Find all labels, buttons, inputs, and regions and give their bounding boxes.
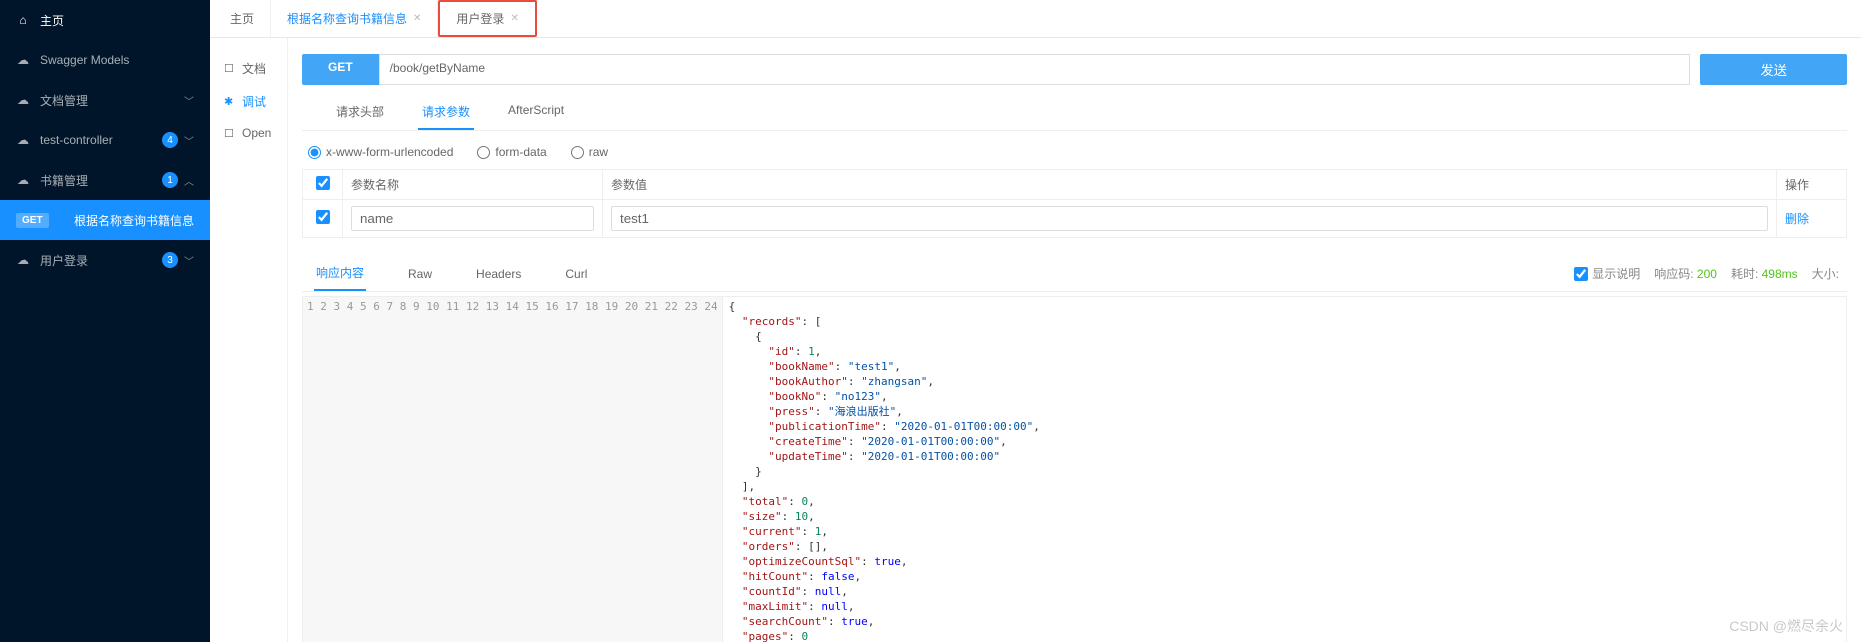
tab-label: 根据名称查询书籍信息 [287,10,407,27]
size-label: 大小: [1812,265,1839,282]
tab-resp-content[interactable]: 响应内容 [314,256,366,291]
sidebar-book-label: 书籍管理 [40,172,88,189]
sidebar-test-label: test-controller [40,133,113,147]
method-badge: GET [16,213,49,228]
response-tabs: 响应内容 Raw Headers Curl 显示说明 响应码: 200 耗时: … [302,256,1847,292]
tab-resp-headers[interactable]: Headers [474,259,523,289]
badge-count: 4 [162,132,178,148]
badge-count: 3 [162,252,178,268]
tab-resp-raw[interactable]: Raw [406,259,434,289]
col-op: 操作 [1777,170,1847,200]
tab-getbyname[interactable]: 根据名称查询书籍信息 ✕ [271,0,438,37]
home-icon: ⌂ [16,13,30,27]
cloud-icon: ☁ [16,133,30,147]
rail-debug[interactable]: ✱ 调试 [210,85,287,118]
sidebar-user-label: 用户登录 [40,252,88,269]
sidebar-swagger-label: Swagger Models [40,53,129,67]
tab-userlogin[interactable]: 用户登录 ✕ [438,0,536,37]
show-desc-checkbox[interactable]: 显示说明 [1574,265,1640,282]
tab-label: 用户登录 [456,10,504,27]
col-name: 参数名称 [343,170,603,200]
response-body: 1 2 3 4 5 6 7 8 9 10 11 12 13 14 15 16 1… [302,296,1847,642]
radio-raw[interactable]: raw [571,145,608,159]
tab-req-headers[interactable]: 请求头部 [332,95,388,130]
sidebar-docs[interactable]: ☁ 文档管理 ﹀ [0,80,210,120]
status-code: 200 [1697,267,1717,281]
table-header: 参数名称 参数值 操作 [303,170,1847,200]
left-rail: ☐ 文档 ✱ 调试 ☐ Open [210,38,288,642]
cloud-icon: ☁ [16,253,30,267]
tab-req-params[interactable]: 请求参数 [418,95,474,130]
sidebar-book-mgmt[interactable]: ☁ 书籍管理 1 ︿ [0,160,210,200]
line-gutter: 1 2 3 4 5 6 7 8 9 10 11 12 13 14 15 16 1… [303,297,723,642]
chevron-down-icon: ﹀ [184,253,194,268]
request-bar: GET /book/getByName 发送 [302,54,1847,85]
body-type-radios: x-www-form-urlencoded form-data raw [302,139,1847,169]
sidebar-swagger[interactable]: ☁ Swagger Models [0,40,210,80]
rail-open[interactable]: ☐ Open [210,118,287,148]
response-info: 显示说明 响应码: 200 耗时: 498ms 大小: [1574,265,1847,282]
tab-home[interactable]: 主页 [214,0,271,37]
radio-formdata[interactable]: form-data [477,145,546,159]
badge-count: 1 [162,172,178,188]
param-name-input[interactable] [351,206,594,231]
cloud-icon: ☁ [16,173,30,187]
col-value: 参数值 [603,170,1777,200]
sidebar-home[interactable]: ⌂ 主页 [0,0,210,40]
delete-link[interactable]: 删除 [1785,212,1809,226]
time-label: 耗时: [1731,267,1758,281]
http-method: GET [302,54,379,85]
json-viewer[interactable]: { "records": [ { "id": 1, "bookName": "t… [723,297,1846,642]
rail-label: Open [242,126,271,140]
table-row: 删除 [303,200,1847,238]
rail-doc[interactable]: ☐ 文档 [210,52,287,85]
sidebar: ⌂ 主页 ☁ Swagger Models ☁ 文档管理 ﹀ ☁ test-contro… [0,0,210,642]
open-icon: ☐ [224,127,236,140]
elapsed-time: 498ms [1762,267,1798,281]
sidebar-home-label: 主页 [40,12,64,29]
bug-icon: ✱ [224,95,236,108]
sidebar-sub-getbyname[interactable]: GET 根据名称查询书籍信息 [0,200,210,240]
doc-icon: ☁ [16,93,30,107]
sidebar-user-login[interactable]: ☁ 用户登录 3 ﹀ [0,240,210,280]
sidebar-test-controller[interactable]: ☁ test-controller 4 ﹀ [0,120,210,160]
tab-label: 主页 [230,10,254,27]
url-input[interactable]: /book/getByName [379,54,1691,85]
file-icon: ☐ [224,62,236,75]
code-label: 响应码: [1654,267,1693,281]
radio-xform[interactable]: x-www-form-urlencoded [308,145,453,159]
row-checkbox[interactable] [316,210,330,224]
rail-label: 调试 [242,93,266,110]
params-table: 参数名称 参数值 操作 删除 [302,169,1847,238]
tab-resp-curl[interactable]: Curl [563,259,589,289]
close-icon[interactable]: ✕ [413,13,421,24]
sidebar-sub-label: 根据名称查询书籍信息 [74,212,194,229]
page-tabs: 主页 根据名称查询书籍信息 ✕ 用户登录 ✕ [210,0,1861,38]
sidebar-docs-label: 文档管理 [40,92,88,109]
cloud-icon: ☁ [16,53,30,67]
main-panel: GET /book/getByName 发送 请求头部 请求参数 AfterSc… [288,38,1861,642]
close-icon[interactable]: ✕ [510,13,518,24]
select-all-checkbox[interactable] [316,176,330,190]
chevron-down-icon: ﹀ [184,93,194,108]
watermark: CSDN @燃尽余火 [1729,616,1843,636]
rail-label: 文档 [242,60,266,77]
param-value-input[interactable] [611,206,1768,231]
content-area: 主页 根据名称查询书籍信息 ✕ 用户登录 ✕ ☐ 文档 ✱ 调试 ☐ Open GET /… [210,0,1861,642]
send-button[interactable]: 发送 [1700,54,1847,85]
tab-req-after[interactable]: AfterScript [504,95,568,130]
chevron-down-icon: ﹀ [184,133,194,148]
chevron-up-icon: ︿ [184,173,194,188]
request-tabs: 请求头部 请求参数 AfterScript [302,95,1847,131]
